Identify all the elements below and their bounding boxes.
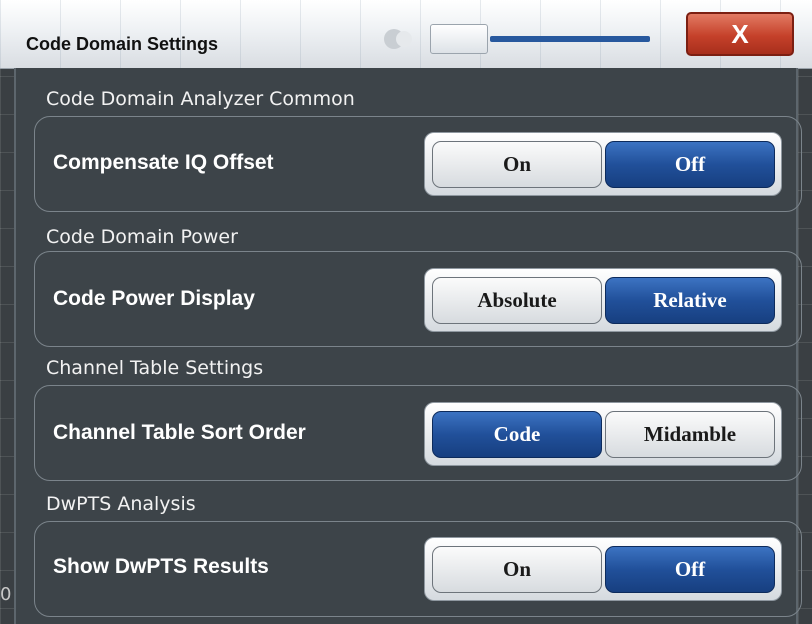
channel-table-sort-order-code-button[interactable]: Code bbox=[432, 411, 602, 458]
code-power-display-toggle: Absolute Relative bbox=[424, 268, 782, 332]
show-dwpts-results-off-button[interactable]: Off bbox=[605, 546, 775, 593]
compensate-iq-offset-on-button[interactable]: On bbox=[432, 141, 602, 188]
section-heading-dwpts-analysis: DwPTS Analysis bbox=[46, 493, 196, 515]
section-heading-channel-table-settings: Channel Table Settings bbox=[46, 357, 264, 379]
section-heading-code-domain-analyzer-common: Code Domain Analyzer Common bbox=[46, 88, 355, 110]
show-dwpts-results-on-button[interactable]: On bbox=[432, 546, 602, 593]
transparency-slider[interactable] bbox=[430, 24, 652, 54]
background-axis-label: 0 bbox=[0, 584, 12, 605]
channel-table-sort-order-label: Channel Table Sort Order bbox=[53, 421, 306, 444]
dialog-title: Code Domain Settings bbox=[26, 34, 219, 54]
code-power-display-absolute-button[interactable]: Absolute bbox=[432, 277, 602, 324]
code-power-display-label: Code Power Display bbox=[53, 287, 255, 310]
dialog-title-bar[interactable]: Code Domain Settings X bbox=[0, 0, 812, 69]
title-bar-decoration-icon bbox=[384, 29, 412, 49]
section-heading-code-domain-power: Code Domain Power bbox=[46, 226, 238, 248]
channel-table-sort-order-toggle: Code Midamble bbox=[424, 402, 782, 466]
compensate-iq-offset-off-button[interactable]: Off bbox=[605, 141, 775, 188]
code-power-display-relative-button[interactable]: Relative bbox=[605, 277, 775, 324]
compensate-iq-offset-label: Compensate IQ Offset bbox=[53, 151, 274, 174]
slider-thumb[interactable] bbox=[430, 24, 488, 54]
show-dwpts-results-label: Show DwPTS Results bbox=[53, 555, 269, 578]
slider-track[interactable] bbox=[490, 36, 650, 42]
close-button[interactable]: X bbox=[686, 12, 794, 56]
compensate-iq-offset-toggle: On Off bbox=[424, 132, 782, 196]
show-dwpts-results-toggle: On Off bbox=[424, 537, 782, 601]
channel-table-sort-order-midamble-button[interactable]: Midamble bbox=[605, 411, 775, 458]
